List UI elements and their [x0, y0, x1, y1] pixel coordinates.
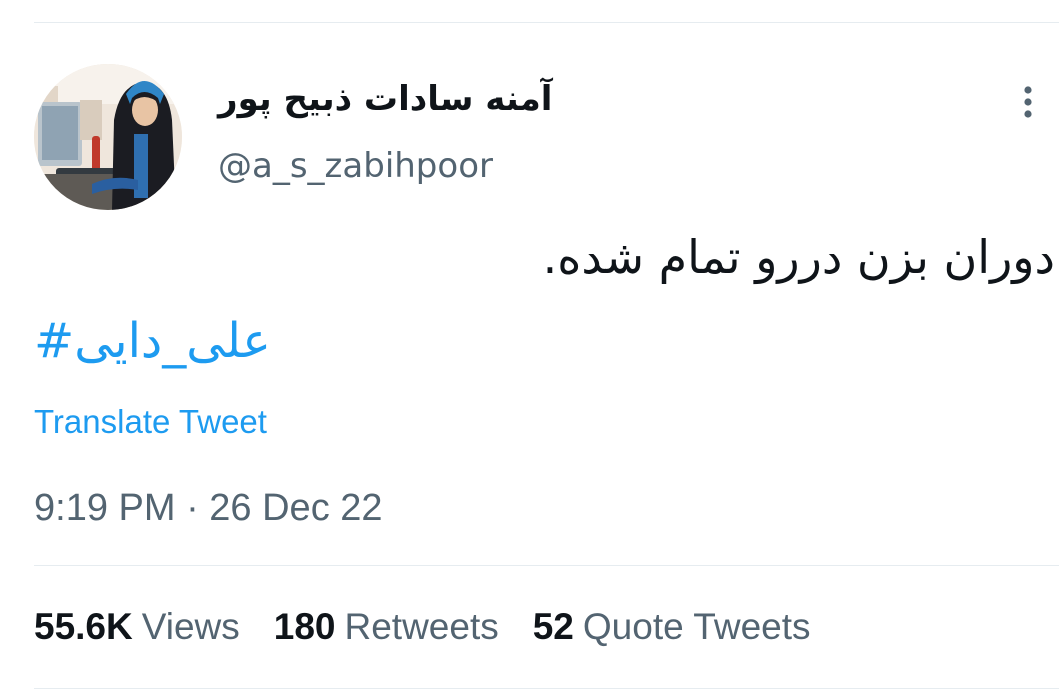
avatar[interactable] — [34, 64, 182, 210]
retweets-count: 180 — [273, 606, 336, 647]
more-vertical-icon — [1024, 86, 1032, 118]
quote-tweets-stat[interactable]: 52 Quote Tweets — [533, 604, 811, 650]
retweets-stat[interactable]: 180 Retweets — [274, 604, 499, 650]
tweet-stats: 55.6K Views 180 Retweets 52 Quote Tweets — [34, 604, 811, 650]
retweets-label: Retweets — [344, 606, 499, 647]
views-label: Views — [141, 606, 240, 647]
more-options-button[interactable] — [1012, 84, 1044, 124]
quote-tweets-label: Quote Tweets — [582, 606, 811, 647]
avatar-photo — [34, 64, 182, 210]
stats-top-divider — [34, 565, 1059, 566]
quote-tweets-count: 52 — [532, 606, 574, 647]
views-count: 55.6K — [34, 606, 133, 647]
stats-bottom-divider — [34, 688, 1059, 689]
hashtag-link[interactable]: #علی_دایی — [34, 308, 271, 374]
translate-tweet-link[interactable]: Translate Tweet — [34, 402, 267, 442]
top-divider — [34, 22, 1059, 23]
tweet-text: دوران بزن دررو تمام شده. — [542, 230, 1055, 284]
author-handle[interactable]: @a_s_zabihpoor — [218, 144, 493, 188]
author-display-name[interactable]: آمنه سادات ذبیح پور — [218, 76, 552, 122]
views-stat[interactable]: 55.6K Views — [34, 604, 240, 650]
tweet-timestamp[interactable]: 9:19 PM · 26 Dec 22 — [34, 485, 383, 531]
